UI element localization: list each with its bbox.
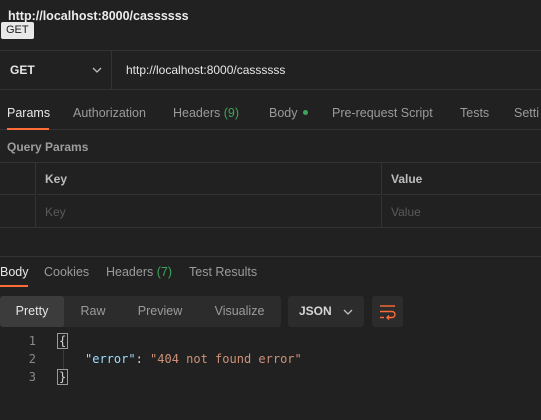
response-body-viewer[interactable]: 1 2 3 { "error": "404 not found error" } <box>0 332 541 392</box>
key-input[interactable] <box>45 205 381 219</box>
request-tabs: Params Authorization Headers (9) Body Pr… <box>0 100 541 130</box>
value-column-header: Value <box>391 172 423 186</box>
chevron-down-icon <box>343 309 353 315</box>
json-value: "404 not found error" <box>150 352 302 366</box>
view-pretty-button[interactable]: Pretty <box>0 296 64 327</box>
indent-guide <box>63 350 64 370</box>
method-select[interactable]: GET <box>0 51 112 89</box>
open-brace: { <box>57 333 69 349</box>
code-line: } <box>57 369 69 385</box>
query-params-table: Key Value <box>0 162 541 228</box>
response-tab-headers[interactable]: Headers (7) <box>106 265 172 279</box>
response-tab-test-results[interactable]: Test Results <box>189 265 257 279</box>
url-input[interactable] <box>112 51 541 89</box>
format-select-label: JSON <box>299 304 332 318</box>
query-params-label: Query Params <box>7 140 89 154</box>
value-cell <box>382 196 541 228</box>
code-line: "error": "404 not found error" <box>85 352 302 366</box>
view-preview-button[interactable]: Preview <box>122 296 198 327</box>
method-select-label: GET <box>10 63 35 77</box>
line-number: 3 <box>28 370 36 384</box>
tab-body[interactable]: Body <box>269 106 308 120</box>
wrap-lines-button[interactable] <box>372 296 403 327</box>
table-row <box>0 196 541 228</box>
chevron-down-icon <box>92 67 102 73</box>
line-number: 2 <box>28 352 36 366</box>
active-response-tab-underline <box>0 285 28 287</box>
url-bar: GET <box>0 50 541 90</box>
body-indicator-dot <box>302 110 308 116</box>
tab-label: Test Results <box>189 265 258 279</box>
tab-authorization[interactable]: Authorization <box>73 106 146 120</box>
active-tab-underline <box>7 128 49 130</box>
tab-pre-request-script[interactable]: Pre-request Script <box>332 106 433 120</box>
close-brace: } <box>57 369 69 385</box>
value-input[interactable] <box>391 205 541 219</box>
response-tab-cookies[interactable]: Cookies <box>44 265 89 279</box>
tab-label: Headers <box>106 265 154 279</box>
tab-params[interactable]: Params <box>7 106 50 120</box>
view-mode-toggle: Pretty Raw Preview Visualize <box>0 296 281 327</box>
table-header-row: Key Value <box>0 163 541 195</box>
tab-headers[interactable]: Headers (9) <box>173 106 239 120</box>
response-headers-count: (7) <box>156 265 173 279</box>
view-raw-button[interactable]: Raw <box>64 296 122 327</box>
tab-label: Authorization <box>73 106 146 120</box>
tab-tests[interactable]: Tests <box>460 106 489 120</box>
method-tag: GET <box>1 22 34 39</box>
wrap-lines-icon <box>380 305 396 320</box>
tab-label: Body <box>0 265 29 279</box>
format-select[interactable]: JSON <box>288 296 364 327</box>
tab-label: Params <box>7 106 51 120</box>
tab-label: Setti <box>514 106 540 120</box>
tab-label: Pre-request Script <box>332 106 433 120</box>
tab-settings[interactable]: Setti <box>514 106 539 120</box>
json-colon: : <box>135 352 151 366</box>
tab-label: Headers <box>173 106 221 120</box>
response-tabs: Body Cookies Headers (7) Test Results <box>0 256 541 287</box>
tab-label: Cookies <box>44 265 90 279</box>
row-checkbox-cell[interactable] <box>0 196 36 228</box>
headers-count: (9) <box>223 106 240 120</box>
postman-request-window: http://localhost:8000/cassssss GET GET P… <box>0 0 541 420</box>
key-column-header: Key <box>36 163 382 195</box>
tab-label: Body <box>269 106 298 120</box>
json-key: "error" <box>85 352 136 366</box>
code-line: { <box>57 333 69 349</box>
request-title[interactable]: http://localhost:8000/cassssss <box>8 9 189 23</box>
response-tab-body[interactable]: Body <box>0 265 29 279</box>
line-number: 1 <box>28 334 36 348</box>
key-cell <box>36 196 382 228</box>
tab-label: Tests <box>460 106 490 120</box>
checkbox-column-header <box>0 163 36 195</box>
view-visualize-button[interactable]: Visualize <box>198 296 281 327</box>
